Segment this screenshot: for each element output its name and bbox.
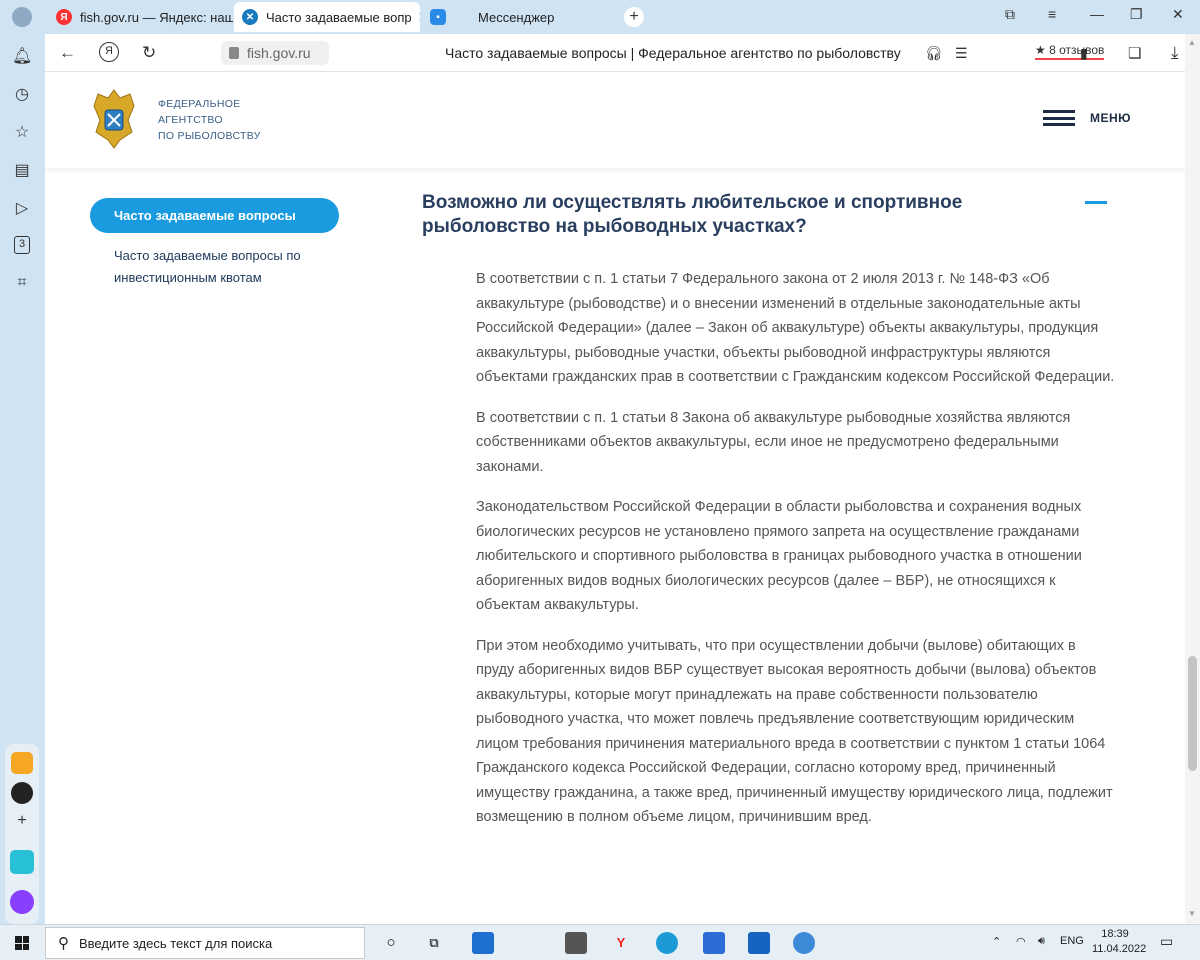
answer-paragraph: В соответствии с п. 1 статьи 8 Закона об… [476, 409, 1071, 475]
search-icon: ⚲ [58, 935, 69, 952]
windows-taskbar: ⚲ Введите здесь текст для поиска ○ ⧉ Y ⌃… [0, 924, 1200, 960]
sidebar-item-investment-faq[interactable]: Часто задаваемые вопросы по инвестиционн… [114, 245, 334, 289]
logo-text[interactable]: ФЕДЕРАЛЬНОЕ АГЕНТСТВО ПО РЫБОЛОВСТВУ [158, 96, 261, 144]
headphones-icon[interactable]: 🎧︎ [925, 45, 943, 62]
site-header: ФЕДЕРАЛЬНОЕ АГЕНТСТВО ПО РЫБОЛОВСТВУ МЕН… [45, 72, 1185, 168]
scroll-up-icon[interactable]: ▲ [1188, 38, 1196, 47]
download-icon[interactable]: ⤓ [1171, 43, 1179, 63]
hamburger-icon [1043, 110, 1075, 126]
answer-paragraph: Законодательством Российской Федерации в… [476, 499, 1082, 613]
bookmarks-icon[interactable]: ⧉ [1005, 6, 1015, 23]
notifications-icon[interactable]: ▭ [1160, 933, 1173, 950]
browser-toolbar: ← Я ↻ fish.gov.ru Часто задаваемые вопро… [45, 34, 1200, 72]
tab-messenger[interactable]: ▪ Мессенджер [422, 2, 612, 32]
emblem-logo[interactable] [90, 86, 138, 152]
answer-paragraph: В соответствии с п. 1 статьи 7 Федеральн… [476, 271, 1115, 385]
tab-count-icon[interactable]: 3 [14, 236, 30, 254]
question-title[interactable]: Возможно ли осуществлять любительское и … [422, 191, 1072, 239]
play-icon[interactable]: ▷ [12, 198, 32, 218]
menu-button[interactable]: МЕНЮ [1043, 110, 1131, 126]
scroll-thumb[interactable] [1188, 656, 1197, 771]
reviews-badge[interactable]: ★ 8 отзывов [1035, 43, 1105, 60]
task-view-icon[interactable]: ⧉ [423, 932, 445, 954]
wifi-icon[interactable]: ◠ [1016, 935, 1026, 948]
bell-icon[interactable]: 🔔︎ [12, 46, 32, 66]
page-content: ФЕДЕРАЛЬНОЕ АГЕНТСТВО ПО РЫБОЛОВСТВУ МЕН… [45, 72, 1185, 924]
close-window-icon[interactable]: ✕ [1172, 6, 1184, 23]
close-tab-icon[interactable]: ✕ [418, 9, 420, 26]
edge-icon[interactable] [656, 932, 678, 954]
profile-icon[interactable] [12, 7, 32, 27]
docs-icon[interactable] [703, 932, 725, 954]
yandex-browser-icon[interactable]: Y [610, 932, 632, 954]
weather-icon[interactable] [793, 932, 815, 954]
browser-menu-icon[interactable]: ≡ [1048, 6, 1056, 22]
notes-icon[interactable]: ▤ [12, 160, 32, 180]
reload-icon[interactable]: ↻ [142, 43, 156, 63]
page-scrollbar[interactable]: ▲ ▼ [1185, 34, 1200, 924]
volume-icon[interactable]: 🔊︎ [1038, 935, 1045, 948]
tab-yandex[interactable]: Я fish.gov.ru — Яндекс: наш [48, 2, 233, 32]
taskbar-clock[interactable]: 18:39 11.04.2022 [1092, 927, 1146, 957]
yandex-home-icon[interactable]: Я [99, 42, 119, 62]
yandex-icon: Я [56, 9, 72, 25]
zen-icon[interactable] [11, 752, 33, 774]
photos-icon[interactable] [748, 932, 770, 954]
browser-sidebar: 🔔︎ ◷ ☆ ▤ ▷ 3 ⌗ + [0, 34, 45, 924]
calculator-icon[interactable] [565, 932, 587, 954]
alice-app-icon[interactable] [11, 782, 33, 804]
sidebar-item-faq[interactable]: Часто задаваемые вопросы [90, 198, 339, 233]
lock-icon [229, 47, 239, 59]
tab-faq[interactable]: ✕ Часто задаваемые вопр ✕ [234, 2, 420, 32]
scroll-down-icon[interactable]: ▼ [1188, 909, 1196, 918]
language-indicator[interactable]: ENG [1060, 935, 1084, 947]
new-tab-button[interactable]: + [624, 7, 644, 27]
alice-icon[interactable] [10, 890, 34, 914]
reader-icon[interactable]: ☰ [955, 45, 968, 62]
address-bar[interactable]: fish.gov.ru [221, 41, 329, 65]
bookmark-icon[interactable]: ▮ [1080, 45, 1088, 62]
star-icon[interactable]: ☆ [12, 122, 32, 142]
collections-icon[interactable]: ❏ [1128, 44, 1141, 62]
browser-tab-bar: Я fish.gov.ru — Яндекс: наш ✕ Часто зада… [0, 0, 1200, 34]
minimize-icon[interactable]: — [1090, 6, 1104, 22]
store-icon[interactable] [472, 932, 494, 954]
tray-chevron-icon[interactable]: ⌃ [992, 935, 1001, 948]
messenger-app-icon[interactable] [10, 850, 34, 874]
collapse-icon[interactable] [1085, 201, 1107, 204]
messenger-icon: ▪ [430, 9, 446, 25]
answer-body: В соответствии с п. 1 статьи 7 Федеральн… [476, 267, 1116, 846]
cortana-icon[interactable]: ○ [380, 932, 402, 954]
add-app-icon[interactable]: + [12, 812, 32, 832]
fish-gov-icon: ✕ [242, 9, 258, 25]
back-icon[interactable]: ← [59, 43, 76, 63]
windows-start-icon[interactable] [15, 936, 29, 950]
screenshot-icon[interactable]: ⌗ [12, 274, 32, 294]
history-icon[interactable]: ◷ [12, 84, 32, 104]
page-title: Часто задаваемые вопросы | Федеральное а… [445, 45, 901, 61]
answer-paragraph: При этом необходимо учитывать, что при о… [476, 637, 1113, 826]
taskbar-search[interactable]: ⚲ Введите здесь текст для поиска [45, 927, 365, 959]
maximize-icon[interactable]: ❐ [1130, 6, 1143, 23]
